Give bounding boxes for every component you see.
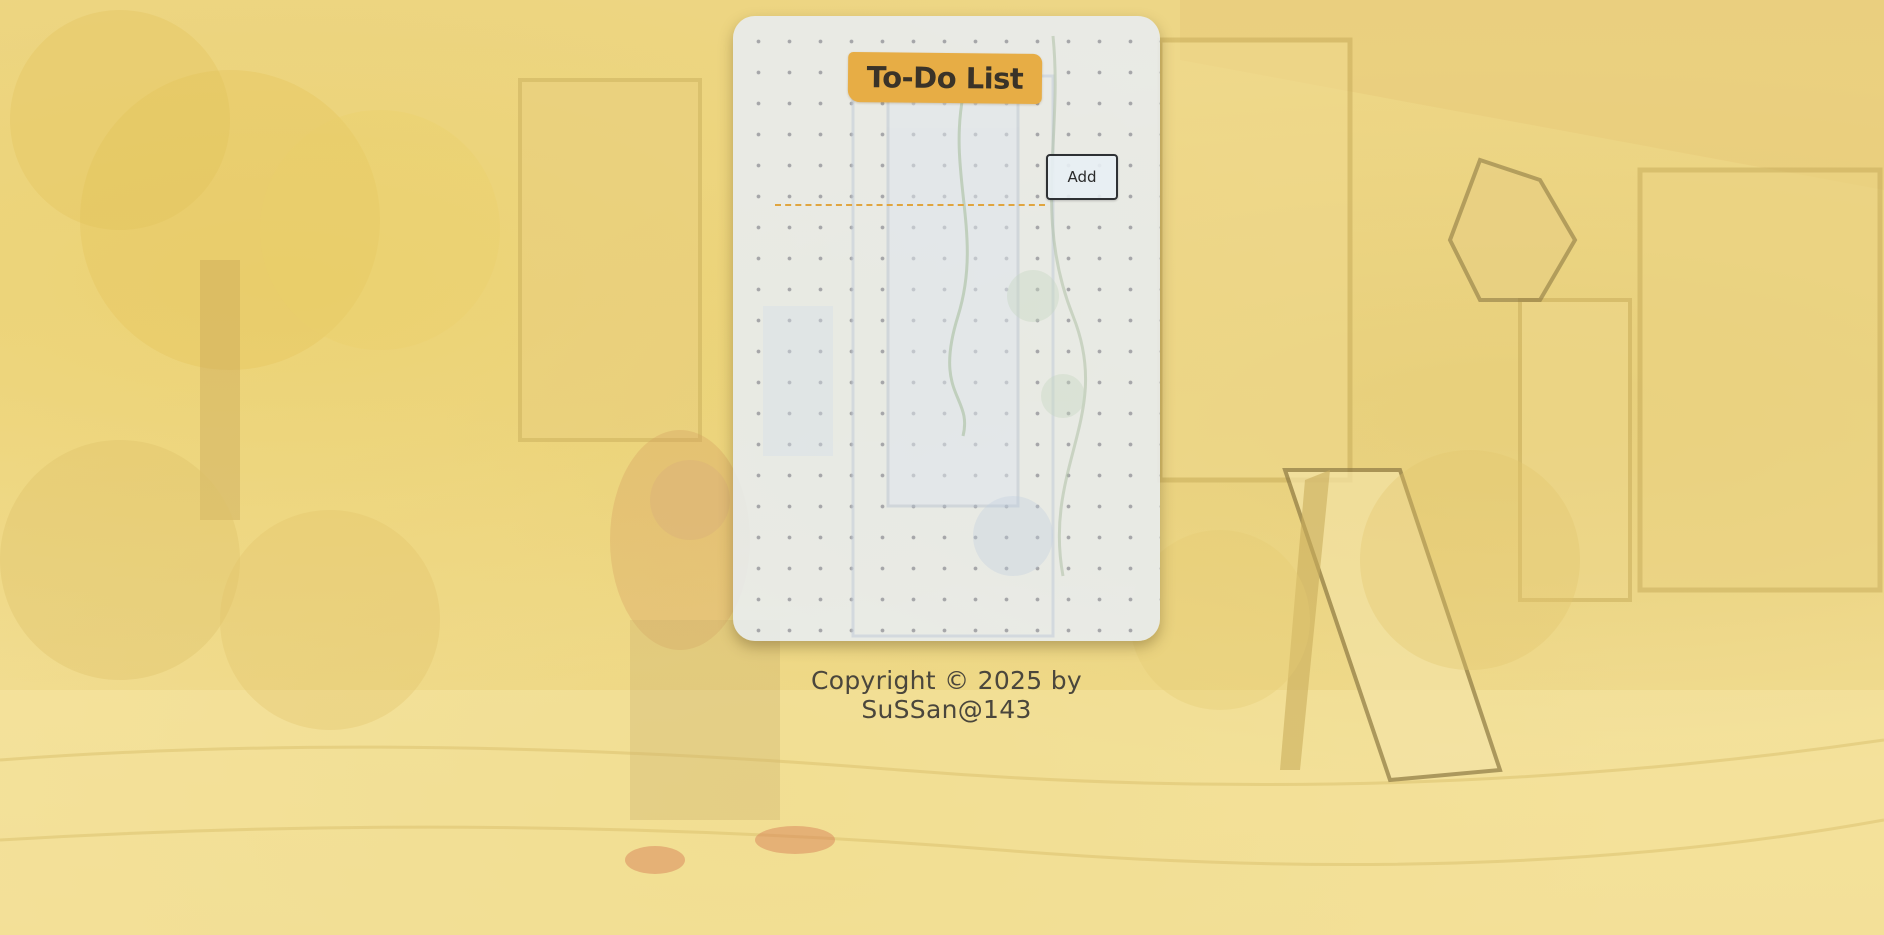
card-background-image: [763, 35, 1088, 638]
app-title: To-Do List: [866, 60, 1024, 96]
copyright-footer: Copyright © 2025 by SuSSan@143: [811, 666, 1082, 724]
todo-card: To-Do List Add: [733, 16, 1160, 641]
add-button[interactable]: Add: [1046, 154, 1118, 200]
title-tag: To-Do List: [847, 51, 1043, 105]
task-input[interactable]: [775, 174, 1045, 206]
